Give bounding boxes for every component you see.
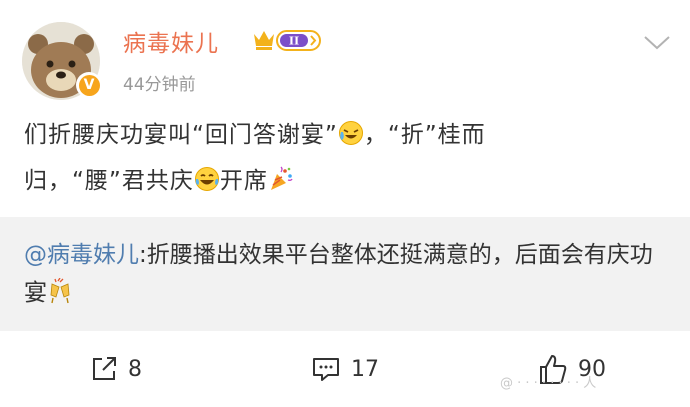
mention-link[interactable]: @病毒妹儿 xyxy=(24,242,139,268)
repost-icon xyxy=(93,357,116,380)
post-timestamp: 44分钟前 xyxy=(123,75,196,95)
repost-count: 8 xyxy=(128,356,142,382)
party-popper-emoji-icon xyxy=(270,166,293,190)
verified-badge-icon: V xyxy=(76,72,102,98)
laughing-tears-emoji-icon xyxy=(338,121,363,145)
repost-button[interactable]: 8 xyxy=(90,351,142,387)
cheers-emoji-icon xyxy=(50,278,70,304)
laughing-emoji-icon xyxy=(194,167,219,191)
vip-crown-badge-icon[interactable]: II xyxy=(250,26,324,54)
post-text-segment: 归，“腰”君共庆 xyxy=(24,168,194,194)
quoted-post-text: @病毒妹儿:折腰播出效果平台整体还挺满意的，后面会有庆功宴 xyxy=(24,236,664,312)
post-text-segment: ，“折”桂而 xyxy=(363,122,486,148)
comment-icon xyxy=(313,358,339,381)
vip-level-label: II xyxy=(289,35,299,48)
post-text-line-1: 们折腰庆功宴叫“回门答谢宴” ，“折”桂而 xyxy=(24,112,664,158)
post-text-segment: 们折腰庆功宴叫“回门答谢宴” xyxy=(24,122,338,148)
comment-count: 17 xyxy=(351,356,379,382)
comment-button[interactable]: 17 xyxy=(311,351,379,387)
action-bar: 8 17 90 xyxy=(0,331,690,407)
watermark: @ · · · · · · · · 人 xyxy=(500,376,597,391)
chevron-down-icon[interactable] xyxy=(642,32,672,52)
post-text-segment: 开席 xyxy=(219,168,268,194)
post-text-line-2: 归，“腰”君共庆 开席 xyxy=(24,158,664,204)
post-text: 们折腰庆功宴叫“回门答谢宴” ，“折”桂而 归，“腰”君共庆 开席 xyxy=(24,112,664,204)
quoted-post[interactable]: @病毒妹儿:折腰播出效果平台整体还挺满意的，后面会有庆功宴 xyxy=(0,217,690,331)
username[interactable]: 病毒妹儿 xyxy=(123,24,219,58)
post-header: V 病毒妹儿 II 44分钟前 xyxy=(0,0,690,105)
